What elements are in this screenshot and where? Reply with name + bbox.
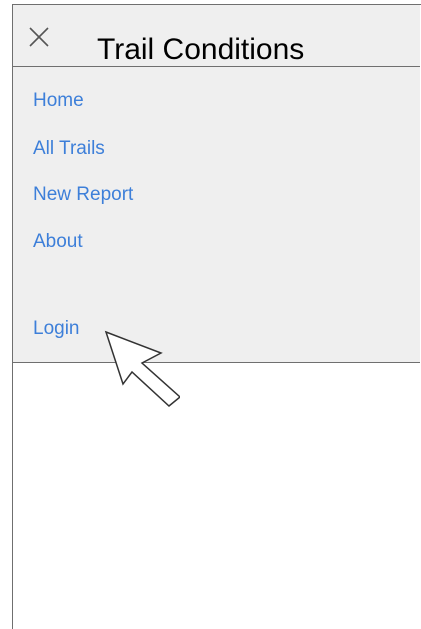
- nav-link-all-trails[interactable]: All Trails: [33, 138, 105, 160]
- nav-drawer: Trail Conditions Home All Trails New Rep…: [13, 5, 420, 363]
- close-button[interactable]: [27, 25, 51, 49]
- page-title: Trail Conditions: [97, 33, 305, 66]
- close-icon: [29, 27, 49, 47]
- nav-link-about[interactable]: About: [33, 231, 83, 253]
- nav-link-new-report[interactable]: New Report: [33, 184, 133, 206]
- arrow-cursor-icon: [104, 330, 180, 407]
- nav-link-home[interactable]: Home: [33, 90, 84, 112]
- drawer-header: Trail Conditions: [13, 5, 420, 67]
- nav-link-login[interactable]: Login: [33, 318, 80, 340]
- phone-screen: Trail Conditions Home All Trails New Rep…: [12, 4, 421, 629]
